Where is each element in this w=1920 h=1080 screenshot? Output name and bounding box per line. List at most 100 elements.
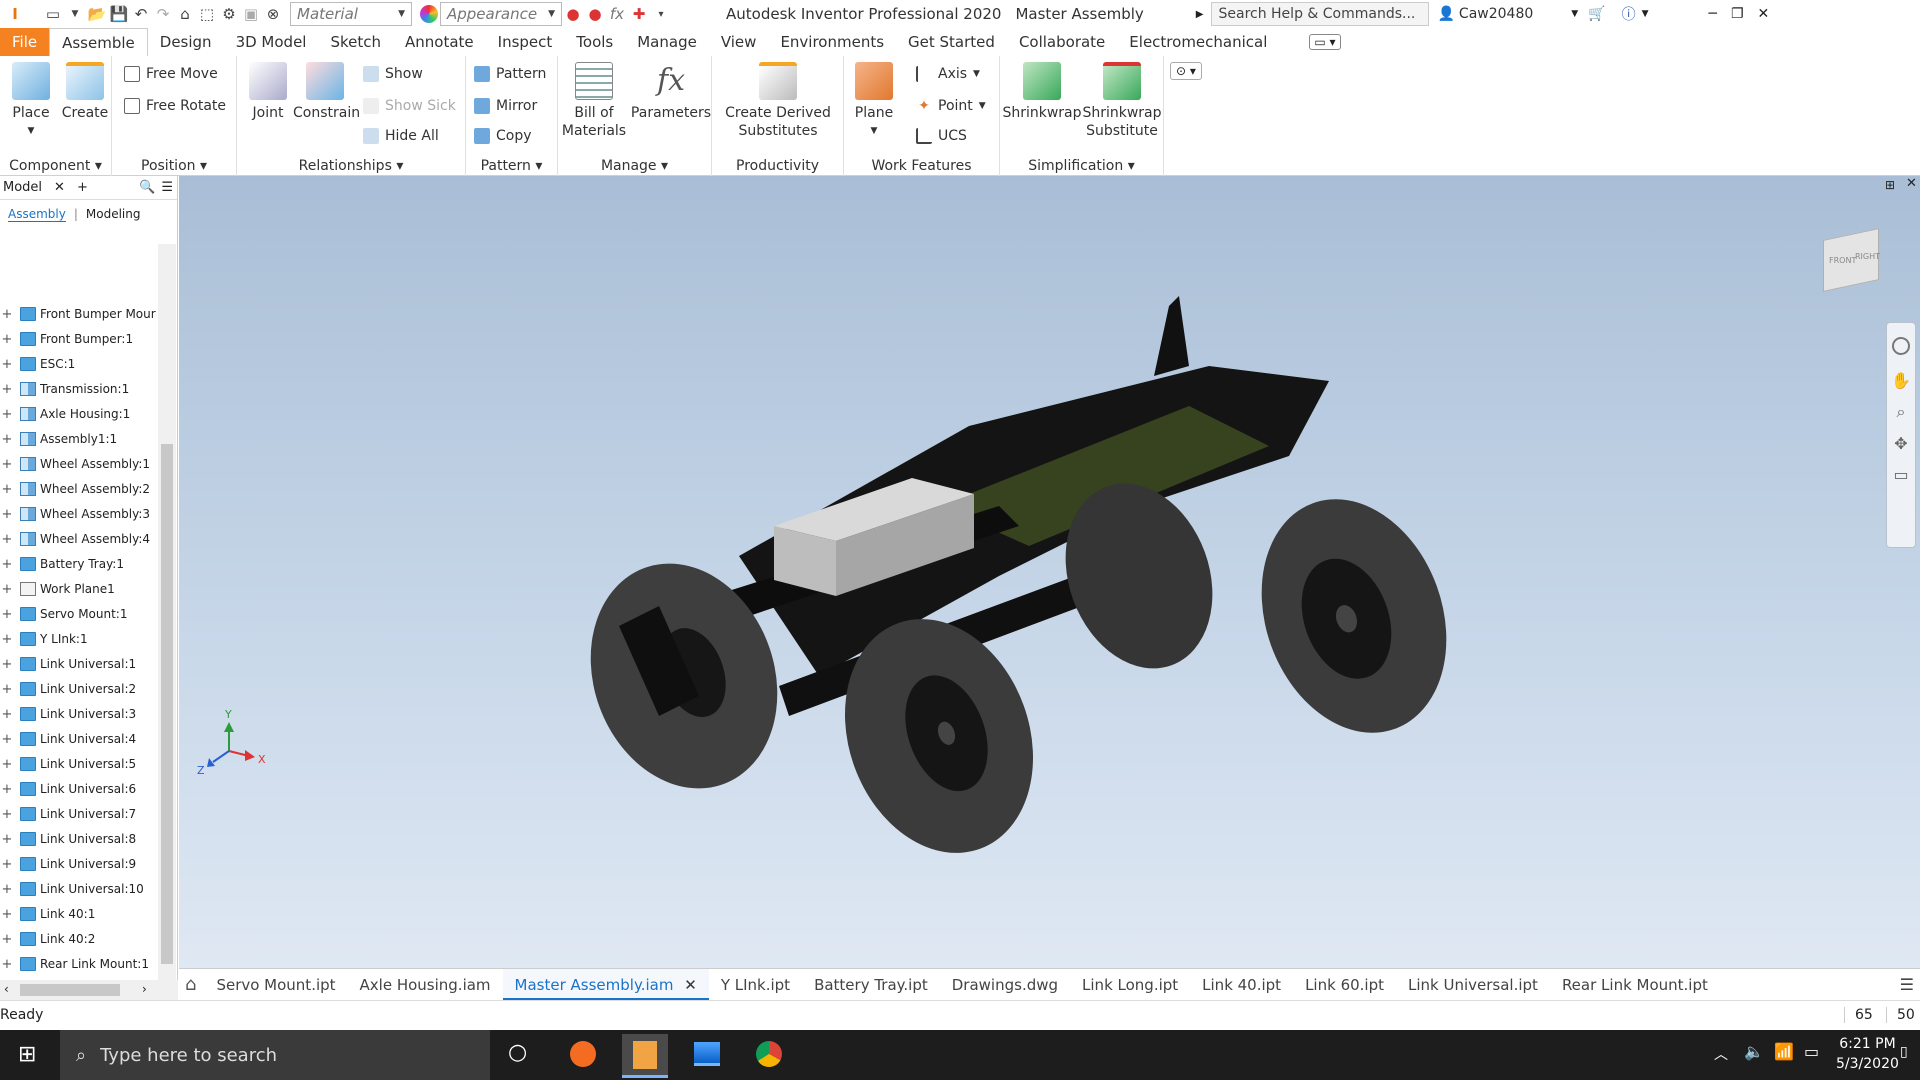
orbit-icon[interactable]: ✥ — [1887, 434, 1915, 453]
home-icon[interactable]: ⌂ — [174, 3, 196, 25]
plane-button[interactable]: Plane ▼ — [850, 58, 898, 140]
user-dropdown-icon[interactable]: ▼ — [1571, 9, 1578, 19]
adaptive-icon[interactable]: ▣ — [240, 3, 262, 25]
doc-tab-drawings[interactable]: Drawings.dwg — [940, 969, 1070, 1001]
tree-item[interactable]: + Battery Tray:1 — [0, 554, 158, 574]
assembly-model-render[interactable]: Y X Z — [179, 176, 1920, 968]
notification-icon[interactable]: ▯ — [1900, 1044, 1908, 1060]
panel-title-simplification[interactable]: Simplification ▾ — [1000, 158, 1163, 174]
origin-app-icon[interactable] — [570, 1041, 596, 1067]
tree-item[interactable]: + Wheel Assembly:4 — [0, 529, 158, 549]
photos-app-icon[interactable] — [694, 1042, 720, 1066]
help-search-input[interactable]: Search Help & Commands... — [1211, 2, 1430, 26]
save-icon[interactable]: 💾 — [108, 3, 130, 25]
user-icon[interactable]: 👤 — [1437, 6, 1454, 22]
pattern-button[interactable]: Pattern — [474, 62, 546, 86]
tab-design[interactable]: Design — [148, 28, 224, 56]
tree-item[interactable]: + Transmission:1 — [0, 379, 158, 399]
tab-collaborate[interactable]: Collaborate — [1007, 28, 1117, 56]
scroll-left-icon[interactable]: ‹ — [4, 982, 9, 996]
constrain-button[interactable]: Constrain — [293, 58, 360, 122]
doc-tab-master-assembly[interactable]: Master Assembly.iam ✕ — [502, 968, 709, 1001]
tree-item[interactable]: + Assembly1:1 — [0, 429, 158, 449]
tree-item[interactable]: + Link Universal:8 — [0, 829, 158, 849]
steering-wheel-icon[interactable] — [1892, 337, 1910, 355]
tree-item[interactable]: + ESC:1 — [0, 354, 158, 374]
viewport-restore-icon[interactable]: ⊞ — [1885, 178, 1895, 192]
expand-plus-icon[interactable]: + — [0, 907, 14, 922]
expand-plus-icon[interactable]: + — [0, 682, 14, 697]
help-dropdown-icon[interactable]: ▼ — [1642, 9, 1649, 19]
taskbar-clock[interactable]: 6:21 PM 5/3/2020 — [1836, 1034, 1899, 1074]
tree-item[interactable]: + Link Universal:3 — [0, 704, 158, 724]
browser-tab-assembly[interactable]: Assembly — [8, 207, 66, 222]
free-rotate-button[interactable]: Free Rotate — [124, 94, 226, 118]
minimize-icon[interactable]: ─ — [1709, 6, 1717, 22]
tree-item[interactable]: + Servo Mount:1 — [0, 604, 158, 624]
create-button[interactable]: Create — [60, 58, 110, 122]
browser-search-icon[interactable]: 🔍 — [139, 180, 155, 195]
viewport-close-icon[interactable]: ✕ — [1906, 176, 1917, 191]
panel-title-component[interactable]: Component ▾ — [0, 158, 111, 174]
browser-scroll-thumb[interactable] — [161, 444, 173, 964]
tab-assemble[interactable]: Assemble — [49, 28, 148, 56]
tree-item[interactable]: + Link Universal:9 — [0, 854, 158, 874]
place-button[interactable]: Place ▼ — [6, 58, 56, 140]
free-move-button[interactable]: Free Move — [124, 62, 218, 86]
point-button[interactable]: ✦ Point ▼ — [916, 94, 986, 118]
expand-plus-icon[interactable]: + — [0, 357, 14, 372]
tree-item[interactable]: + Link Universal:10 — [0, 879, 158, 899]
tab-view[interactable]: View — [709, 28, 769, 56]
show-button[interactable]: Show — [363, 62, 423, 86]
browser-tab-modeling[interactable]: Modeling — [86, 207, 141, 221]
expand-plus-icon[interactable]: + — [0, 707, 14, 722]
inventor-app-icon[interactable] — [622, 1034, 668, 1078]
customize-icon[interactable]: ▾ — [650, 3, 672, 25]
browser-vertical-scrollbar[interactable] — [158, 244, 176, 982]
tree-item[interactable]: + Work Plane1 — [0, 579, 158, 599]
tree-item[interactable]: + Link 40:1 — [0, 904, 158, 924]
doc-tab-link-60[interactable]: Link 60.ipt — [1293, 969, 1396, 1001]
doc-tabs-menu-icon[interactable]: ☰ — [1900, 975, 1914, 994]
expand-plus-icon[interactable]: + — [0, 507, 14, 522]
tree-item[interactable]: + Rear Link Mount:1 — [0, 954, 158, 974]
wifi-icon[interactable]: 📶 — [1774, 1042, 1794, 1061]
tab-tools[interactable]: Tools — [564, 28, 625, 56]
axis-button[interactable]: Axis ▼ — [916, 62, 980, 86]
browser-close-icon[interactable]: ✕ — [54, 180, 65, 195]
expand-plus-icon[interactable]: + — [0, 407, 14, 422]
doc-tab-battery-tray[interactable]: Battery Tray.ipt — [802, 969, 940, 1001]
tree-item[interactable]: + Link 40:2 — [0, 929, 158, 949]
expand-plus-icon[interactable]: + — [0, 832, 14, 847]
tree-item[interactable]: + Wheel Assembly:1 — [0, 454, 158, 474]
tree-item[interactable]: + Link Universal:2 — [0, 679, 158, 699]
volume-icon[interactable]: 🔈 — [1744, 1042, 1764, 1061]
home-tab-icon[interactable]: ⌂ — [185, 974, 196, 995]
expand-plus-icon[interactable]: + — [0, 482, 14, 497]
panel-title-pattern[interactable]: Pattern ▾ — [466, 158, 557, 174]
copy-button[interactable]: Copy — [474, 124, 532, 148]
browser-hscroll-thumb[interactable] — [20, 984, 120, 996]
update-icon[interactable]: ⚙ — [218, 3, 240, 25]
ribbon-display-toggle-icon[interactable]: ▭ ▾ — [1309, 34, 1341, 50]
doc-tab-rear-link-mount[interactable]: Rear Link Mount.ipt — [1550, 969, 1720, 1001]
hide-all-button[interactable]: Hide All — [363, 124, 439, 148]
expand-plus-icon[interactable]: + — [0, 382, 14, 397]
parameters-button[interactable]: fx Parameters — [630, 58, 712, 122]
help-icon[interactable]: ⓘ — [1622, 4, 1636, 24]
appearance-override-icon[interactable]: ⊗ — [262, 3, 284, 25]
expand-plus-icon[interactable]: + — [0, 932, 14, 947]
tree-item[interactable]: + Front Bumper Mour — [0, 304, 158, 324]
chrome-app-icon[interactable] — [756, 1041, 782, 1067]
tree-item[interactable]: + Link Universal:6 — [0, 779, 158, 799]
graphics-viewport[interactable]: Y X Z FRONT RIGHT ⊞ ✕ ✋ ⌕ ✥ ▭ — [179, 176, 1920, 968]
shrinkwrap-button[interactable]: Shrinkwrap — [1000, 58, 1084, 122]
tab-environments[interactable]: Environments — [768, 28, 896, 56]
open-icon[interactable]: 📂 — [86, 3, 108, 25]
bill-of-materials-button[interactable]: Bill of Materials — [558, 58, 630, 140]
redo-icon[interactable]: ↷ — [152, 3, 174, 25]
expand-plus-icon[interactable]: + — [0, 657, 14, 672]
shrinkwrap-substitute-button[interactable]: Shrinkwrap Substitute — [1080, 58, 1164, 140]
windows-start-icon[interactable]: ⊞ — [18, 1042, 36, 1067]
expand-plus-icon[interactable]: + — [0, 307, 14, 322]
